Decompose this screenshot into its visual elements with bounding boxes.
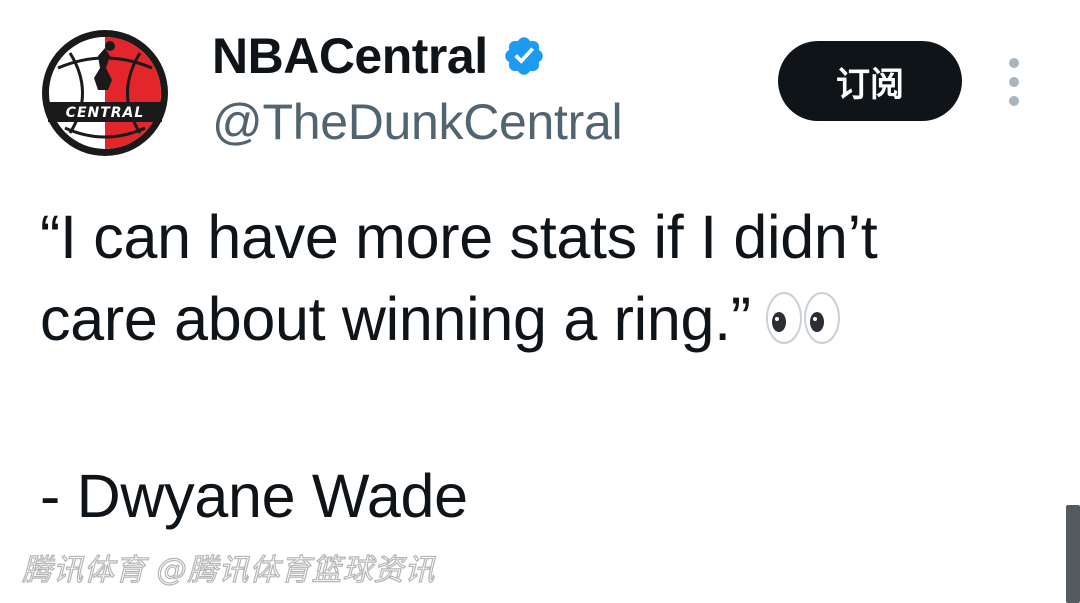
avatar[interactable]: CENTRAL (40, 28, 170, 158)
more-options-icon[interactable] (1002, 58, 1026, 106)
subscribe-button[interactable]: 订阅 (778, 41, 962, 121)
tweet-line-1: “I can have more stats if I didn’t (40, 203, 878, 271)
tweet-attribution: - Dwyane Wade (40, 462, 468, 530)
display-name[interactable]: NBACentral (212, 26, 488, 86)
more-dot (1009, 77, 1019, 87)
eyes-emoji-icon (765, 291, 840, 344)
avatar-text: CENTRAL (66, 105, 145, 121)
more-dot (1009, 96, 1019, 106)
display-name-row[interactable]: NBACentral (212, 26, 546, 86)
more-dot (1009, 58, 1019, 68)
user-handle[interactable]: @TheDunkCentral (212, 92, 623, 152)
scrollbar[interactable] (1066, 505, 1080, 603)
verified-badge-icon (504, 37, 543, 75)
tweet-line-2: care about winning a ring.” (40, 285, 751, 353)
tweet-text: “I can have more stats if I didn’t care … (40, 196, 1040, 360)
tweet-line-2-row: care about winning a ring.” (40, 278, 1040, 360)
watermark: 腾讯体育 @腾讯体育篮球资讯 (21, 552, 436, 588)
